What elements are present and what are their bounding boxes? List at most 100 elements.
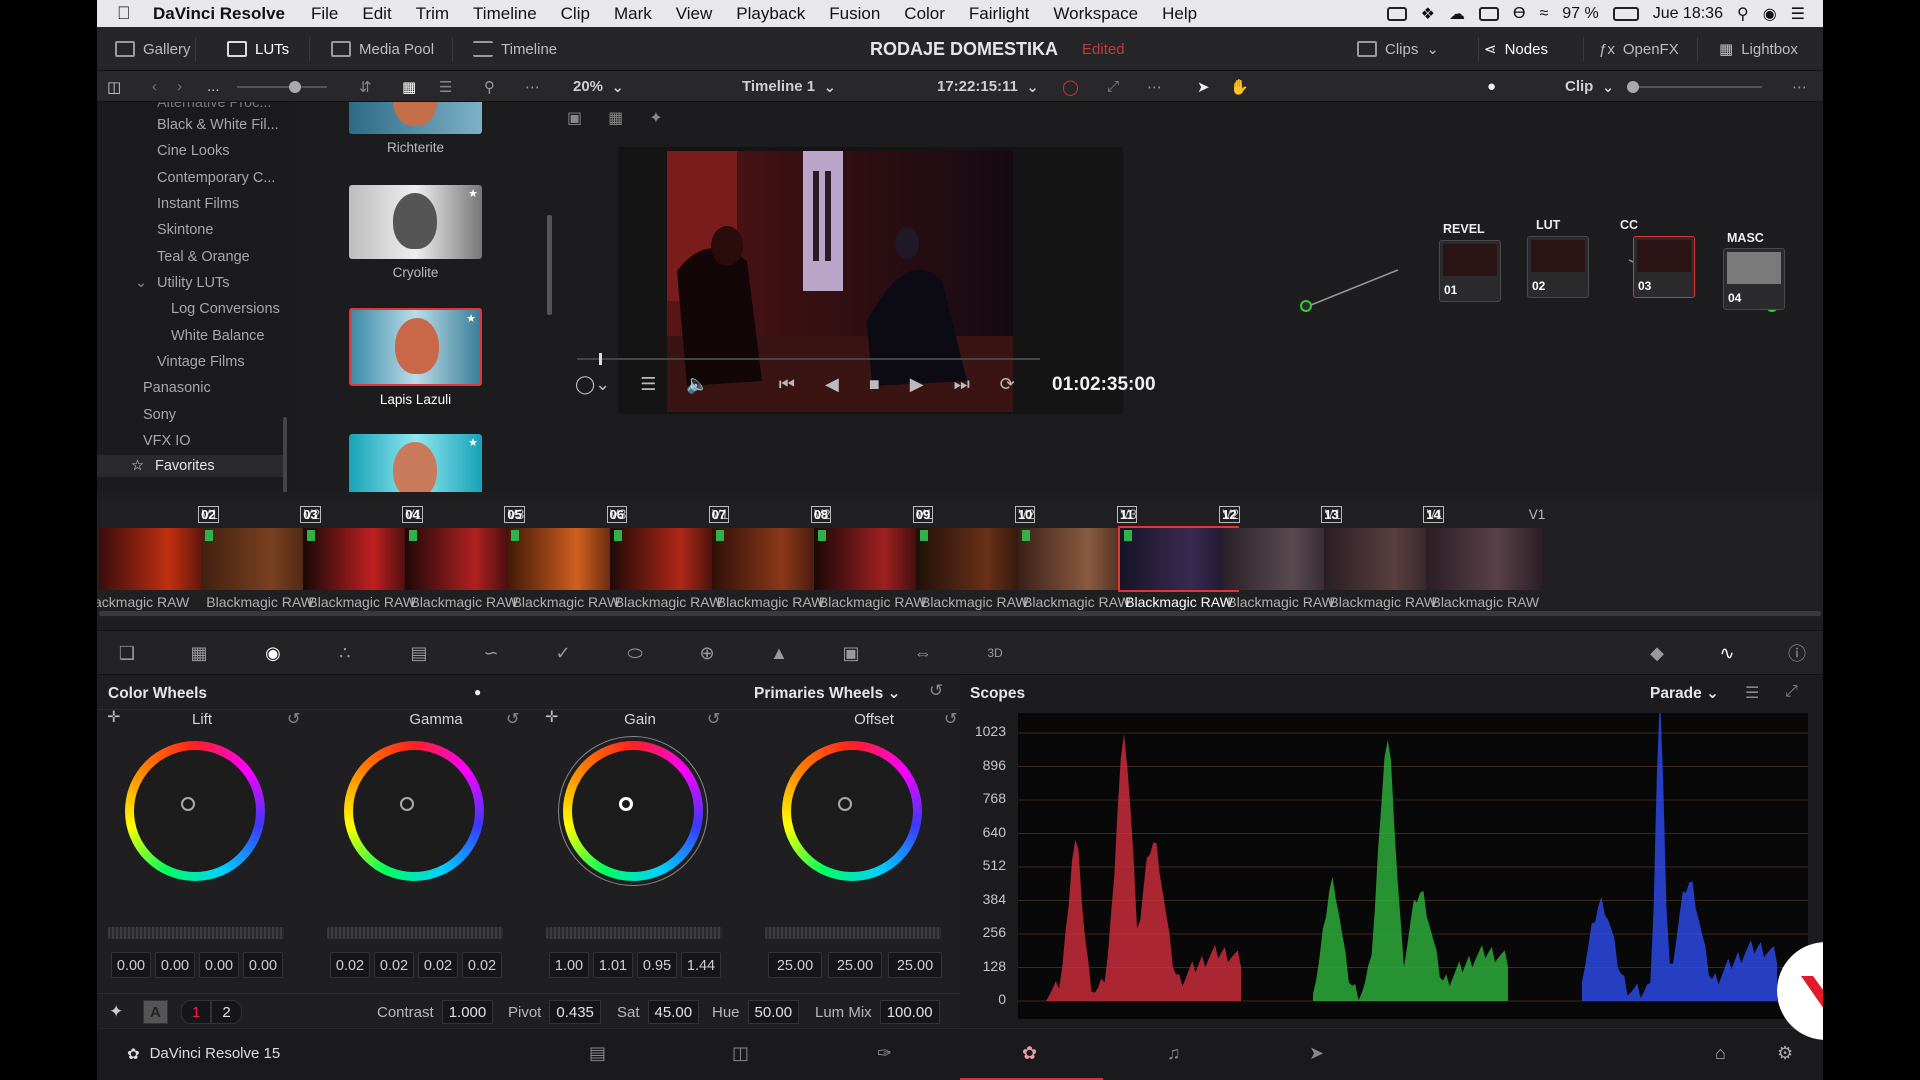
gamma-master-slider[interactable] — [327, 927, 503, 939]
panel-toggle-icon[interactable]: ◫ — [107, 71, 121, 102]
back-icon[interactable]: ‹ — [152, 71, 157, 102]
cut-page-icon[interactable]: ◫ — [732, 1043, 749, 1064]
gain-y[interactable]: 1.00 — [549, 952, 589, 978]
gamma-y[interactable]: 0.02 — [330, 952, 370, 978]
list-view-icon[interactable]: ☰ — [439, 71, 452, 102]
luts-button[interactable]: LUTs — [227, 27, 289, 71]
tree-item-panasonic[interactable]: Panasonic — [143, 377, 211, 399]
edit-page-icon[interactable]: ✑ — [877, 1043, 892, 1064]
apple-icon[interactable]:  — [117, 3, 139, 24]
stop-icon[interactable]: ■ — [869, 374, 880, 395]
blur-icon[interactable]: ▲ — [767, 641, 791, 665]
menu-clip[interactable]: Clip — [549, 4, 602, 24]
lift-b[interactable]: 0.00 — [243, 952, 283, 978]
sort-icon[interactable]: ⇵ — [359, 71, 372, 102]
loop-icon[interactable]: ⟳ — [1000, 374, 1015, 395]
gallery-button[interactable]: Gallery — [115, 27, 191, 71]
siri-icon[interactable]: ◉ — [1763, 4, 1777, 24]
tree-item-bw-film[interactable]: Black & White Fil... — [157, 114, 279, 136]
reset-gamma-icon[interactable]: ↺ — [506, 709, 519, 729]
wifi-icon[interactable]: ≈ — [1539, 5, 1548, 23]
search-icon[interactable]: ⚲ — [484, 71, 495, 102]
menu-help[interactable]: Help — [1150, 4, 1209, 24]
info-icon[interactable]: ⓘ — [1785, 641, 1809, 665]
scope-mode-select[interactable]: Parade ⌄ — [1650, 684, 1719, 703]
color-wheels-icon[interactable]: ◉ — [261, 641, 285, 665]
tree-item-cine-looks[interactable]: Cine Looks — [157, 140, 230, 162]
menu-app-name[interactable]: DaVinci Resolve — [139, 4, 299, 24]
sizing-icon[interactable]: ⇔ — [911, 641, 935, 665]
menu-timeline[interactable]: Timeline — [461, 4, 549, 24]
color-match-icon[interactable]: ▦ — [187, 641, 211, 665]
lut-scrollbar[interactable] — [547, 215, 552, 315]
airplay-icon[interactable] — [1478, 6, 1499, 21]
lift-g[interactable]: 0.00 — [199, 952, 239, 978]
grid-view-icon[interactable]: ▦ — [402, 71, 416, 102]
skip-back-icon[interactable]: ⏮ — [779, 374, 795, 395]
rgb-mixer-icon[interactable]: ∴ — [333, 641, 357, 665]
reset-offset-icon[interactable]: ↺ — [944, 709, 957, 729]
node-options-icon[interactable]: ⋯ — [1792, 71, 1807, 102]
hue-control[interactable]: Hue 50.00 — [712, 1000, 800, 1024]
battery-icon[interactable] — [1612, 6, 1639, 21]
tracker-icon[interactable]: ⊕ — [695, 641, 719, 665]
menu-mark[interactable]: Mark — [602, 4, 664, 24]
auto-balance-icon[interactable]: ✦ — [109, 1000, 123, 1024]
tree-item-favorites[interactable]: ☆ Favorites — [97, 455, 283, 477]
timeline-button[interactable]: Timeline — [473, 27, 557, 71]
gain-r[interactable]: 1.01 — [593, 952, 633, 978]
gamma-g[interactable]: 0.02 — [418, 952, 458, 978]
lightbox-button[interactable]: ▦ Lightbox — [1719, 27, 1798, 71]
viewer-options-icon[interactable]: ⋯ — [1147, 71, 1162, 102]
fairlight-page-icon[interactable]: ♫ — [1167, 1043, 1181, 1064]
node-03[interactable]: 03 — [1633, 236, 1695, 298]
color-page-tab[interactable]: ✿ — [960, 1029, 1103, 1080]
media-page-icon[interactable]: ▤ — [589, 1043, 606, 1064]
menu-workspace[interactable]: Workspace — [1041, 4, 1150, 24]
tree-item-instant-films[interactable]: Instant Films — [157, 193, 239, 215]
notification-center-icon[interactable]: ☰ — [1791, 4, 1805, 24]
openfx-button[interactable]: ƒx OpenFX — [1599, 27, 1679, 71]
offset-g[interactable]: 25.00 — [828, 952, 882, 978]
node-dot-icon[interactable]: ● — [1487, 71, 1496, 102]
window-icon[interactable]: ⬭ — [623, 641, 647, 665]
sat-value[interactable]: 45.00 — [647, 1000, 700, 1024]
node-editor[interactable]: REVEL 01 LUT 02 CC 03 MASC 04 — [1280, 102, 1823, 492]
scope-settings-icon[interactable]: ☰ — [1745, 683, 1759, 703]
nodes-button[interactable]: ⋖ Nodes — [1484, 27, 1548, 71]
tree-item-sony[interactable]: Sony — [143, 404, 176, 426]
skip-forward-icon[interactable]: ⏭ — [954, 374, 970, 395]
tree-item-partial[interactable]: Alternative Proc... — [157, 102, 271, 114]
grid-wipe-icon[interactable]: ▦ — [608, 108, 623, 128]
curves-icon[interactable]: ∽ — [479, 641, 503, 665]
node-04[interactable]: 04 — [1723, 248, 1785, 310]
home-icon[interactable]: ⌂ — [1715, 1043, 1726, 1064]
offset-r[interactable]: 25.00 — [768, 952, 822, 978]
hue-value[interactable]: 50.00 — [747, 1000, 800, 1024]
offset-b[interactable]: 25.00 — [888, 952, 942, 978]
forward-icon[interactable]: › — [177, 71, 182, 102]
tree-item-white-balance[interactable]: White Balance — [171, 325, 265, 347]
node-02[interactable]: 02 — [1527, 236, 1589, 298]
menu-color[interactable]: Color — [892, 4, 957, 24]
3d-icon[interactable]: 3D — [983, 641, 1007, 665]
video-frame[interactable] — [667, 151, 1013, 412]
menu-view[interactable]: View — [664, 4, 725, 24]
tree-item-vintage-films[interactable]: Vintage Films — [157, 351, 245, 373]
clip-strip-scrollbar[interactable] — [99, 611, 1821, 616]
gain-wheel[interactable] — [563, 741, 703, 881]
tree-item-log-conversions[interactable]: Log Conversions — [171, 298, 280, 320]
tree-item-teal-orange[interactable]: Teal & Orange — [157, 246, 250, 268]
deliver-page-icon[interactable]: ➤ — [1309, 1043, 1324, 1064]
media-pool-button[interactable]: Media Pool — [331, 27, 434, 71]
page-2-button[interactable]: 2 — [211, 1000, 242, 1024]
offset-master-slider[interactable] — [765, 927, 941, 939]
tree-scrollbar[interactable] — [283, 417, 287, 492]
key-icon[interactable]: ▣ — [839, 641, 863, 665]
path-ellipsis[interactable]: ... — [207, 71, 220, 102]
wheels-mode-select[interactable]: Primaries Wheels ⌄ — [754, 684, 901, 703]
sat-control[interactable]: Sat 45.00 — [617, 1000, 700, 1024]
menu-fusion[interactable]: Fusion — [817, 4, 892, 24]
magic-wand-icon[interactable]: ✦ — [649, 108, 662, 128]
timeline-select[interactable]: Timeline 1 ⌄ — [742, 71, 836, 102]
